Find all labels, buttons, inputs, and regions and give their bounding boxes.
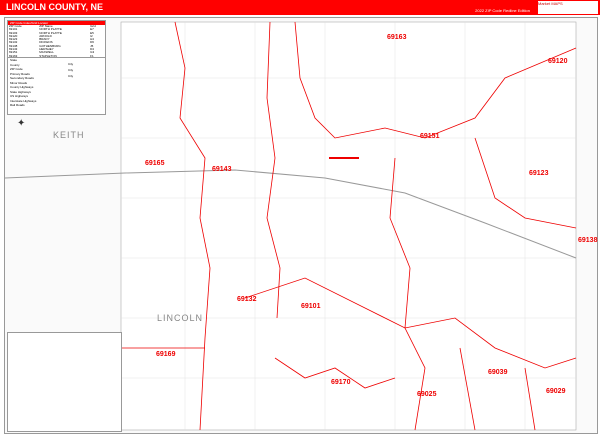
map-legend: State County ZIP Code Primary Roads Secondar…: [7, 57, 106, 115]
inset-map[interactable]: [7, 332, 122, 432]
zip-label[interactable]: 69169: [156, 351, 175, 358]
zip-label[interactable]: 69120: [548, 58, 567, 65]
compass-rose-icon: ✦: [17, 118, 26, 129]
zip-label[interactable]: 69165: [145, 160, 164, 167]
legend-item: Rail Roads: [10, 103, 25, 107]
county-area: [120, 21, 577, 431]
map-title: LINCOLN COUNTY, NE: [6, 2, 104, 12]
logo: Market MAPS: [538, 1, 598, 14]
county-label-lincoln: LINCOLN: [157, 313, 204, 323]
zip-label[interactable]: 69143: [212, 166, 231, 173]
zip-label[interactable]: 69163: [387, 34, 406, 41]
zip-label[interactable]: 69132: [237, 296, 256, 303]
zip-index: ZIP Code Index/Grid Locator ZIP Code ZIP …: [7, 20, 106, 82]
header-bar: LINCOLN COUNTY, NE 2022 ZIP Code Redline…: [0, 0, 600, 15]
zip-label[interactable]: 69170: [331, 379, 350, 386]
zip-label[interactable]: 69101: [301, 303, 320, 310]
scale-marker: [329, 157, 359, 159]
county-label-keith: KEITH: [53, 130, 85, 140]
zip-label[interactable]: 69151: [420, 133, 439, 140]
edition-label: 2022 ZIP Code Redline Edition: [475, 8, 530, 13]
zip-label[interactable]: 69123: [529, 170, 548, 177]
zip-label[interactable]: 69025: [417, 391, 436, 398]
legend-city: City: [68, 74, 74, 78]
zip-label[interactable]: 69029: [546, 388, 565, 395]
zip-label[interactable]: 69138: [578, 237, 597, 244]
zip-label[interactable]: 69039: [488, 369, 507, 376]
